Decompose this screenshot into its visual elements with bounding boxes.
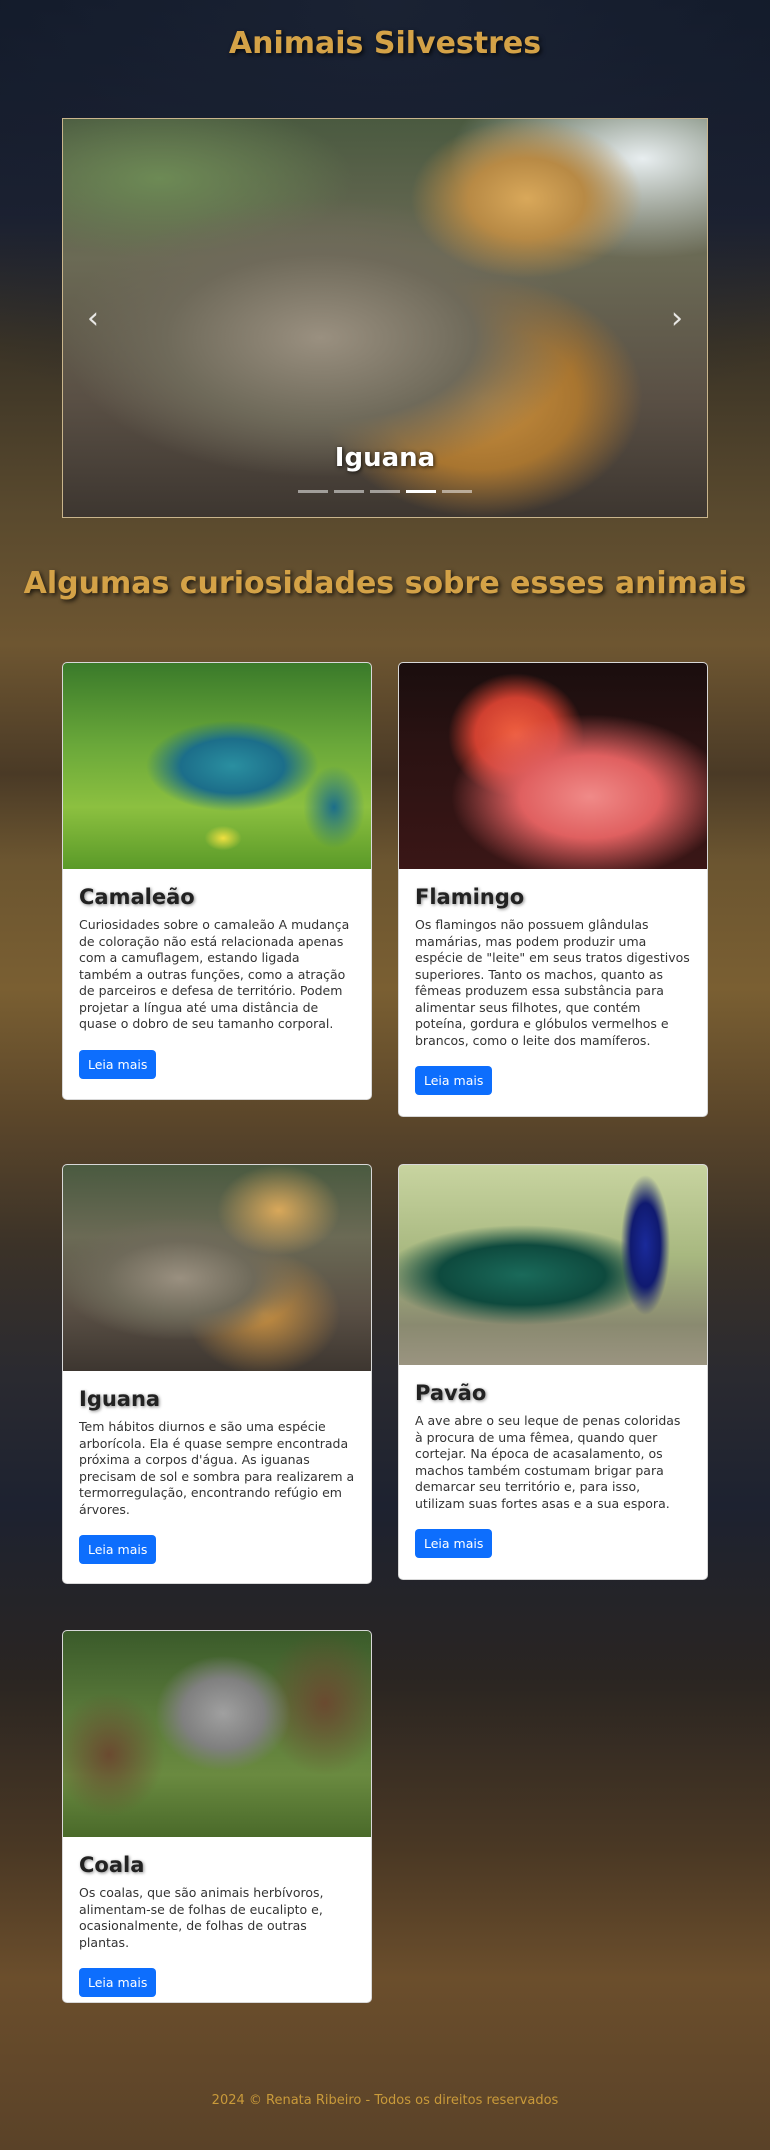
card-flamingo: Flamingo Os flamingos não possuem glându… <box>398 662 708 1117</box>
card-text: Tem hábitos diurnos e são uma espécie ar… <box>79 1419 355 1517</box>
card-coala: Coala Os coalas, que são animais herbívo… <box>62 1630 372 2003</box>
card-text: Os flamingos não possuem glândulas mamár… <box>415 917 690 1048</box>
site-title: Animais Silvestres <box>228 26 542 61</box>
carousel[interactable]: ‹ › Iguana <box>62 118 708 518</box>
card-title: Pavão <box>415 1381 487 1405</box>
page: Animais Silvestres ‹ › Iguana Algumas cu… <box>0 0 770 2150</box>
card-image-coala <box>63 1631 371 1837</box>
read-more-button[interactable]: Leia mais <box>79 1049 157 1079</box>
carousel-indicator-3[interactable] <box>370 490 400 493</box>
card-iguana: Iguana Tem hábitos diurnos e são uma esp… <box>62 1164 372 1584</box>
card-image-flamingo <box>399 663 707 869</box>
read-more-button[interactable]: Leia mais <box>415 1529 493 1558</box>
card-body: Flamingo Os flamingos não possuem glându… <box>399 869 707 1111</box>
card-body: Coala Os coalas, que são animais herbívo… <box>63 1837 371 2002</box>
card-pavao: Pavão A ave abre o seu leque de penas co… <box>398 1164 708 1580</box>
card-title: Iguana <box>79 1387 161 1411</box>
card-title: Coala <box>79 1853 145 1877</box>
read-more-button[interactable]: Leia mais <box>79 1968 157 1997</box>
carousel-caption: Iguana <box>334 443 436 473</box>
carousel-indicator-1[interactable] <box>298 490 328 493</box>
card-text: Os coalas, que são animais herbívoros, a… <box>79 1885 324 1950</box>
carousel-indicators <box>63 490 707 493</box>
card-title: Camaleão <box>79 885 195 909</box>
carousel-indicator-4[interactable] <box>406 490 436 493</box>
chevron-right-icon: › <box>671 300 683 336</box>
carousel-indicator-2[interactable] <box>334 490 364 493</box>
chevron-left-icon: ‹ <box>87 300 99 336</box>
card-body: Camaleão Curiosidades sobre o camaleão A… <box>63 869 371 1095</box>
card-image-pavao <box>399 1165 707 1365</box>
card-image-iguana <box>63 1165 371 1371</box>
carousel-indicator-5[interactable] <box>442 490 472 493</box>
section-title: Algumas curiosidades sobre esses animais <box>23 566 747 601</box>
card-text: A ave abre o seu leque de penas colorida… <box>415 1413 681 1511</box>
footer-copyright: 2024 © Renata Ribeiro - Todos os direito… <box>211 2093 559 2108</box>
card-title: Flamingo <box>415 885 525 909</box>
card-text: Curiosidades sobre o camaleão A mudança … <box>79 917 350 1031</box>
card-body: Pavão A ave abre o seu leque de penas co… <box>399 1365 707 1574</box>
read-more-button[interactable]: Leia mais <box>415 1066 493 1095</box>
card-camaleao: Camaleão Curiosidades sobre o camaleão A… <box>62 662 372 1100</box>
card-body: Iguana Tem hábitos diurnos e são uma esp… <box>63 1371 371 1580</box>
card-image-camaleao <box>63 663 371 869</box>
read-more-button[interactable]: Leia mais <box>79 1535 157 1564</box>
